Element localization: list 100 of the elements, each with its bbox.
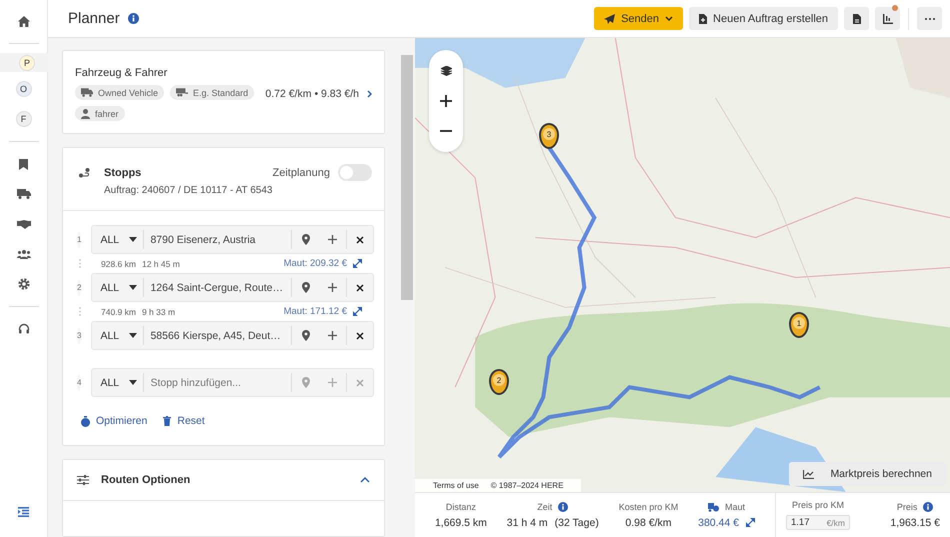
users-icon [16,249,30,259]
stop-type-select[interactable]: ALL [92,373,144,392]
info-icon [558,502,568,512]
toggle-label: Zeitplanung [272,167,330,179]
indent-list-icon [18,507,29,517]
stopwatch-icon [81,416,90,426]
plus-icon [328,235,338,244]
trailer-icon [176,88,188,97]
stat-label: Kosten pro KM [618,502,678,512]
expand-icon [353,259,362,268]
new-order-button[interactable]: Neuen Auftrag erstellen [689,7,838,30]
stop-input[interactable]: ALL 1264 Saint-Cergue, Route… [91,273,374,302]
caret-icon [129,380,138,385]
page-title: Planner [68,10,120,27]
line-chart-icon [803,470,814,478]
profile-switch[interactable]: F [0,106,48,132]
price-per-km-field[interactable]: 1.17 €/km [786,515,850,530]
stop-number: 2 [77,280,82,296]
chevron-down-icon [665,16,674,21]
stat-label: Zeit [537,502,552,512]
toll-amount: Maut: 209.32 € [284,258,347,269]
home-icon [18,16,30,26]
terms-link[interactable]: Terms of use [433,481,479,490]
stop-type-select[interactable]: ALL [92,326,144,345]
stop-type-select[interactable]: ALL [92,230,144,249]
caret-icon [129,237,138,242]
minus-icon [440,130,452,132]
caret-icon [129,333,138,338]
settings-icon [18,278,30,290]
expand-icon [353,307,362,316]
profile-switch[interactable]: P [0,53,50,72]
card-title: Routen Optionen [101,474,190,486]
stat-value: 1,963.15 € [890,516,940,528]
stop-number: 4 [77,374,82,390]
card-title: Fahrzeug & Fahrer [75,67,168,79]
tag: Owned Vehicle [75,85,164,100]
sliders-icon [77,475,89,485]
tag: E.g. Standard [170,85,254,100]
address-field[interactable]: 58566 Kierspe, A45, Deut… [144,326,292,345]
stat-value: 0.98 €/km [625,516,672,528]
chart-icon [882,14,892,24]
stop-input[interactable]: ALL 58566 Kierspe, A45, Deut… [91,321,374,350]
address-field[interactable]: Stopp hinzufügen... [144,373,292,392]
leg-duration: 9 h 33 m [142,306,176,316]
tag: fahrer [75,106,125,121]
bookmark-icon [19,158,28,170]
paper-plane-icon [604,14,616,24]
map-pin-icon [302,377,310,388]
truck-icon [16,189,30,199]
market-price-button[interactable]: Marktpreis berechnen [789,462,946,486]
address-field[interactable]: 1264 Saint-Cergue, Route… [144,278,292,297]
document-button[interactable] [844,7,869,30]
chevron-right-icon [367,90,372,98]
stat-value: 1,669.5 km [434,516,487,528]
info-icon [923,502,934,512]
reset-button[interactable]: Reset [163,415,205,427]
leg-distance: 740.9 km [101,306,136,316]
leg-duration: 12 h 45 m [142,258,180,268]
map-pin-icon [302,282,310,293]
map-pin-icon [302,234,310,245]
profile-switch[interactable]: O [0,76,48,102]
collapse-toggle[interactable] [360,477,370,483]
close-icon [356,378,364,386]
toll-amount: Maut: 171.12 € [284,306,347,317]
plus-icon [328,378,338,387]
close-icon [356,284,364,292]
truck-icon [81,88,93,97]
headset-icon [18,323,30,335]
scheduling-toggle[interactable] [338,164,372,181]
stop-input[interactable]: ALL Stopp hinzufügen... [91,368,374,397]
plus-icon [328,331,338,340]
order-reference: Auftrag: 240607 / DE 10117 - AT 6543 [104,185,272,196]
stop-number: 3 [77,328,82,344]
stat-label: Preis [896,502,918,512]
leg-distance: 928.6 km [101,258,136,268]
card-title: Stopps [104,166,142,178]
layers-icon [440,66,452,76]
rate-link[interactable]: 0.72 €/km • 9.83 €/h [265,88,372,100]
address-field[interactable]: 8790 Eisenerz, Austria [144,230,292,249]
chart-button[interactable] [875,7,900,30]
stop-input[interactable]: ALL 8790 Eisenerz, Austria [91,225,374,254]
route-icon [79,168,90,178]
stat-label: Preis pro KM [792,500,844,510]
plus-icon [440,95,452,107]
person-icon [81,108,90,118]
stat-note: (32 Tage) [554,516,599,528]
stop-number: 1 [77,232,82,248]
optimize-button[interactable]: Optimieren [81,415,148,427]
chevron-up-icon [360,477,370,483]
expand-icon [746,518,755,527]
stat-label: Maut [725,502,746,512]
stat-label: Distanz [446,502,476,512]
document-icon [852,14,860,24]
caret-icon [129,285,138,290]
send-button[interactable]: Senden [594,7,684,30]
stat-value: 380.44 € [698,516,739,528]
stop-type-select[interactable]: ALL [92,278,144,297]
trash-icon [163,416,172,426]
copyright-text: © 1987–2024 HERE [490,481,564,490]
close-icon [356,332,364,340]
